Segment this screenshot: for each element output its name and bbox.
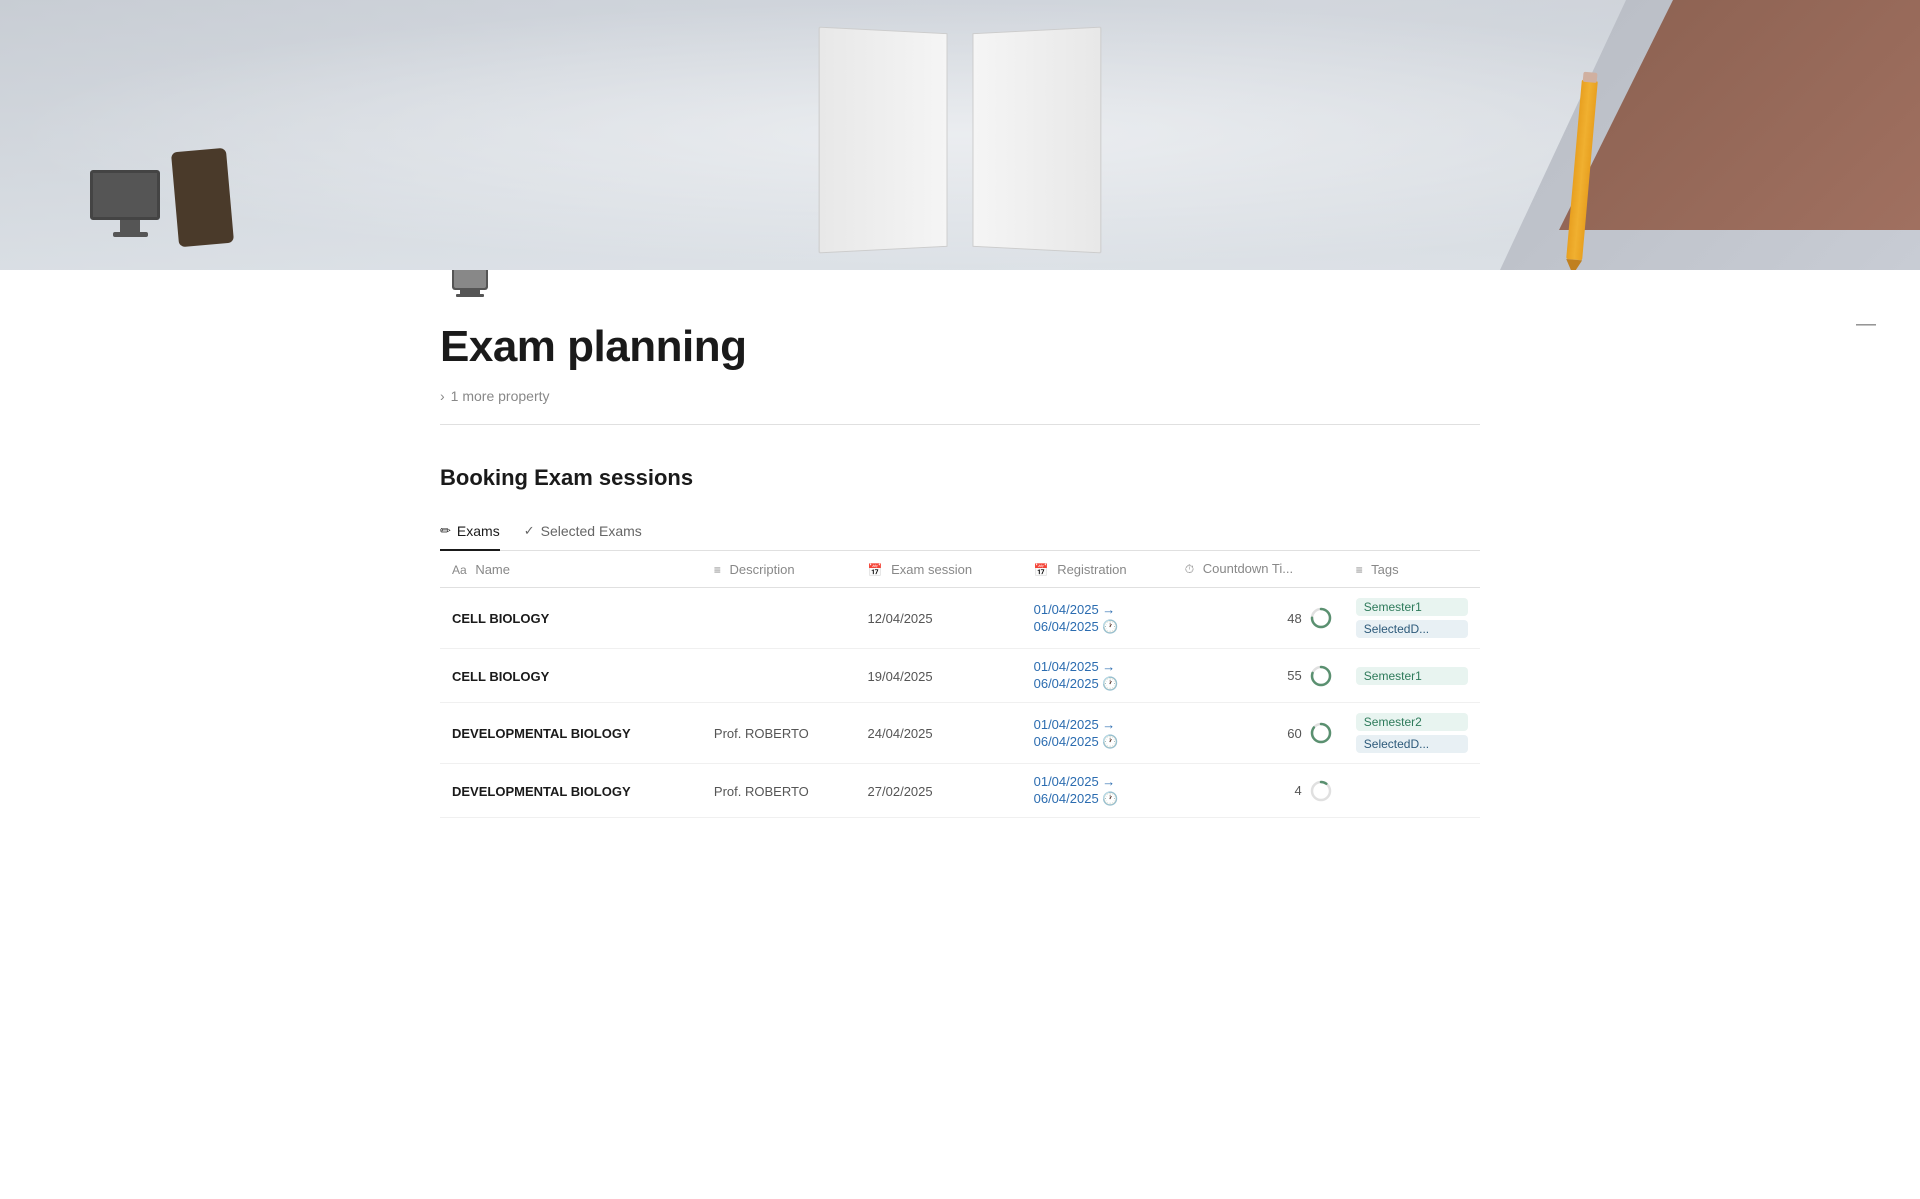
cell-name: DEVELOPMENTAL BIOLOGY (440, 703, 702, 764)
hero-phone-decoration (171, 148, 234, 247)
cell-registration[interactable]: 01/04/2025 → 06/04/2025 🕐 (1022, 764, 1173, 818)
col-exam-session: 📅 Exam session (856, 551, 1022, 588)
hero-monitor-decoration (90, 170, 170, 240)
progress-circle (1310, 607, 1332, 629)
cell-name: DEVELOPMENTAL BIOLOGY (440, 764, 702, 818)
book-right-page (973, 27, 1102, 254)
progress-circle (1310, 665, 1332, 687)
cell-countdown: 48 (1173, 588, 1344, 649)
reg-col-label: Registration (1057, 562, 1126, 577)
cell-description: Prof. ROBERTO (702, 764, 856, 818)
tab-selected-exams[interactable]: ✓ Selected Exams (524, 515, 642, 551)
pencil-tip (1565, 259, 1582, 270)
table-body: CELL BIOLOGY 12/04/2025 01/04/2025 → 06/0… (440, 588, 1480, 818)
cell-registration[interactable]: 01/04/2025 → 06/04/2025 🕐 (1022, 649, 1173, 703)
tag-badge: SelectedD... (1356, 620, 1468, 638)
table-row[interactable]: CELL BIOLOGY 19/04/2025 01/04/2025 → 06/0… (440, 649, 1480, 703)
tags-col-label: Tags (1371, 562, 1398, 577)
cell-description (702, 588, 856, 649)
tab-exams-label: Exams (457, 523, 500, 539)
exam-col-label: Exam session (891, 562, 972, 577)
cell-countdown: 60 (1173, 703, 1344, 764)
header-row: Aa Name ≡ Description 📅 Exam session 📅 R… (440, 551, 1480, 588)
reg-col-icon: 📅 (1034, 563, 1049, 577)
countdown-col-icon: ⏱ (1185, 562, 1194, 576)
exam-col-icon: 📅 (868, 563, 883, 577)
monitor-stand (120, 220, 140, 232)
table-row[interactable]: CELL BIOLOGY 12/04/2025 01/04/2025 → 06/0… (440, 588, 1480, 649)
section-title: Booking Exam sessions (440, 465, 1480, 491)
col-name: Aa Name (440, 551, 702, 588)
monitor-base (113, 232, 148, 237)
page-title: Exam planning (440, 322, 1480, 372)
tag-badge: Semester2 (1356, 713, 1468, 731)
tags-col-icon: ≡ (1356, 563, 1363, 577)
tab-exams[interactable]: ✏ Exams (440, 515, 500, 551)
exams-table-container: Aa Name ≡ Description 📅 Exam session 📅 R… (440, 551, 1480, 818)
tag-badge: Semester1 (1356, 667, 1468, 685)
col-countdown: ⏱ Countdown Ti... (1173, 551, 1344, 588)
desc-col-label: Description (730, 562, 795, 577)
tag-badge: SelectedD... (1356, 735, 1468, 753)
table-row[interactable]: DEVELOPMENTAL BIOLOGYProf. ROBERTO27/02/… (440, 764, 1480, 818)
name-col-label: Name (475, 562, 510, 577)
tab-selected-exams-label: Selected Exams (541, 523, 642, 539)
cell-exam-session: 27/02/2025 (856, 764, 1022, 818)
table-row[interactable]: DEVELOPMENTAL BIOLOGYProf. ROBERTO24/04/… (440, 703, 1480, 764)
cell-description (702, 649, 856, 703)
monitor-screen (90, 170, 160, 220)
cell-exam-session: 24/04/2025 (856, 703, 1022, 764)
cell-tags (1344, 764, 1480, 818)
progress-circle (1310, 780, 1332, 802)
cell-exam-session: 19/04/2025 (856, 649, 1022, 703)
page-content: Exam planning › 1 more property Booking … (360, 250, 1560, 818)
hero-book-decoration (820, 30, 1100, 250)
cell-tags: Semester1 (1344, 649, 1480, 703)
exams-table: Aa Name ≡ Description 📅 Exam session 📅 R… (440, 551, 1480, 818)
name-col-icon: Aa (452, 563, 467, 577)
book-left-page (819, 27, 948, 254)
tag-badge: Semester1 (1356, 598, 1468, 616)
cell-tags: Semester2 SelectedD... (1344, 703, 1480, 764)
col-registration: 📅 Registration (1022, 551, 1173, 588)
cell-tags: Semester1 SelectedD... (1344, 588, 1480, 649)
cell-countdown: 4 (1173, 764, 1344, 818)
pencil-tab-icon: ✏ (440, 523, 451, 539)
col-description: ≡ Description (702, 551, 856, 588)
tab-bar: ✏ Exams ✓ Selected Exams (440, 515, 1480, 551)
table-header: Aa Name ≡ Description 📅 Exam session 📅 R… (440, 551, 1480, 588)
cell-countdown: 55 (1173, 649, 1344, 703)
pencil-eraser (1583, 72, 1598, 83)
progress-circle (1310, 722, 1332, 744)
countdown-col-label: Countdown Ti... (1203, 561, 1293, 576)
desc-col-icon: ≡ (714, 563, 721, 577)
cell-registration[interactable]: 01/04/2025 → 06/04/2025 🕐 (1022, 703, 1173, 764)
more-property-label: 1 more property (451, 388, 550, 404)
minimize-button[interactable]: — (1852, 310, 1880, 338)
cell-name: CELL BIOLOGY (440, 588, 702, 649)
check-tab-icon: ✓ (524, 523, 535, 539)
col-tags: ≡ Tags (1344, 551, 1480, 588)
cell-registration[interactable]: 01/04/2025 → 06/04/2025 🕐 (1022, 588, 1173, 649)
more-property-toggle[interactable]: › 1 more property (440, 384, 1480, 408)
cell-name: CELL BIOLOGY (440, 649, 702, 703)
cell-exam-session: 12/04/2025 (856, 588, 1022, 649)
chevron-down-icon: › (440, 388, 445, 404)
section-divider (440, 424, 1480, 425)
cell-description: Prof. ROBERTO (702, 703, 856, 764)
hero-banner (0, 0, 1920, 270)
